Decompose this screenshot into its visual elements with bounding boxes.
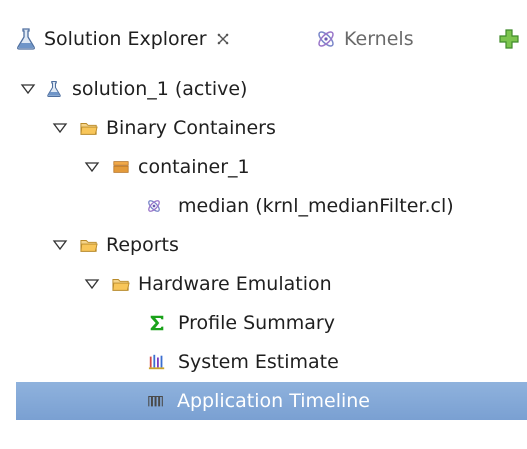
expand-triangle-icon[interactable]: [84, 159, 100, 175]
tree-item-label: Binary Containers: [106, 117, 276, 139]
tab-label: Solution Explorer: [44, 28, 207, 50]
folder-icon: [112, 279, 130, 291]
close-icon[interactable]: [215, 31, 231, 47]
tree-item-container[interactable]: container_1: [0, 148, 527, 186]
timeline-icon: [148, 395, 163, 407]
tab-kernels[interactable]: Kernels: [314, 24, 414, 54]
tree-item-profile-summary[interactable]: Profile Summary: [0, 304, 527, 342]
tree-item-label: System Estimate: [178, 351, 339, 373]
folder-icon: [80, 123, 98, 135]
tree-item-binary-containers[interactable]: Binary Containers: [0, 109, 527, 147]
tree-item-hardware-emulation[interactable]: Hardware Emulation: [0, 265, 527, 303]
flask-icon: [47, 80, 61, 98]
plus-icon[interactable]: [497, 27, 521, 51]
expand-triangle-icon[interactable]: [52, 237, 68, 253]
sigma-icon: [150, 315, 164, 331]
tree-item-label: container_1: [138, 156, 250, 178]
tree-item-label: Profile Summary: [178, 312, 335, 334]
tree-item-label: solution_1 (active): [72, 78, 248, 100]
solution-tree: solution_1 (active) Binary Containers co…: [0, 66, 527, 449]
container-icon: [113, 161, 129, 173]
tab-label: Kernels: [344, 28, 414, 50]
flask-icon: [17, 28, 35, 50]
view-tab-bar: Solution Explorer Kernels: [0, 0, 527, 66]
expand-triangle-icon[interactable]: [52, 120, 68, 136]
tree-item-application-timeline[interactable]: Application Timeline: [16, 382, 527, 420]
kernel-icon: [148, 200, 160, 212]
solution-explorer-panel: Solution Explorer Kernels solution_1 (ac…: [0, 0, 527, 449]
tab-solution-explorer[interactable]: Solution Explorer: [14, 24, 231, 54]
tree-item-reports[interactable]: Reports: [0, 226, 527, 264]
tree-item-solution[interactable]: solution_1 (active): [0, 70, 527, 108]
tree-item-label: Application Timeline: [177, 390, 370, 412]
tree-item-label: Hardware Emulation: [138, 273, 332, 295]
tree-item-kernel-median[interactable]: median (krnl_medianFilter.cl): [0, 187, 527, 225]
tree-item-system-estimate[interactable]: System Estimate: [0, 343, 527, 381]
tree-item-label: median (krnl_medianFilter.cl): [178, 195, 454, 217]
kernel-icon: [318, 31, 334, 47]
folder-icon: [80, 240, 98, 252]
bar-chart-icon: [148, 354, 165, 370]
expand-triangle-icon[interactable]: [20, 81, 36, 97]
tree-item-label: Reports: [106, 234, 179, 256]
expand-triangle-icon[interactable]: [84, 276, 100, 292]
